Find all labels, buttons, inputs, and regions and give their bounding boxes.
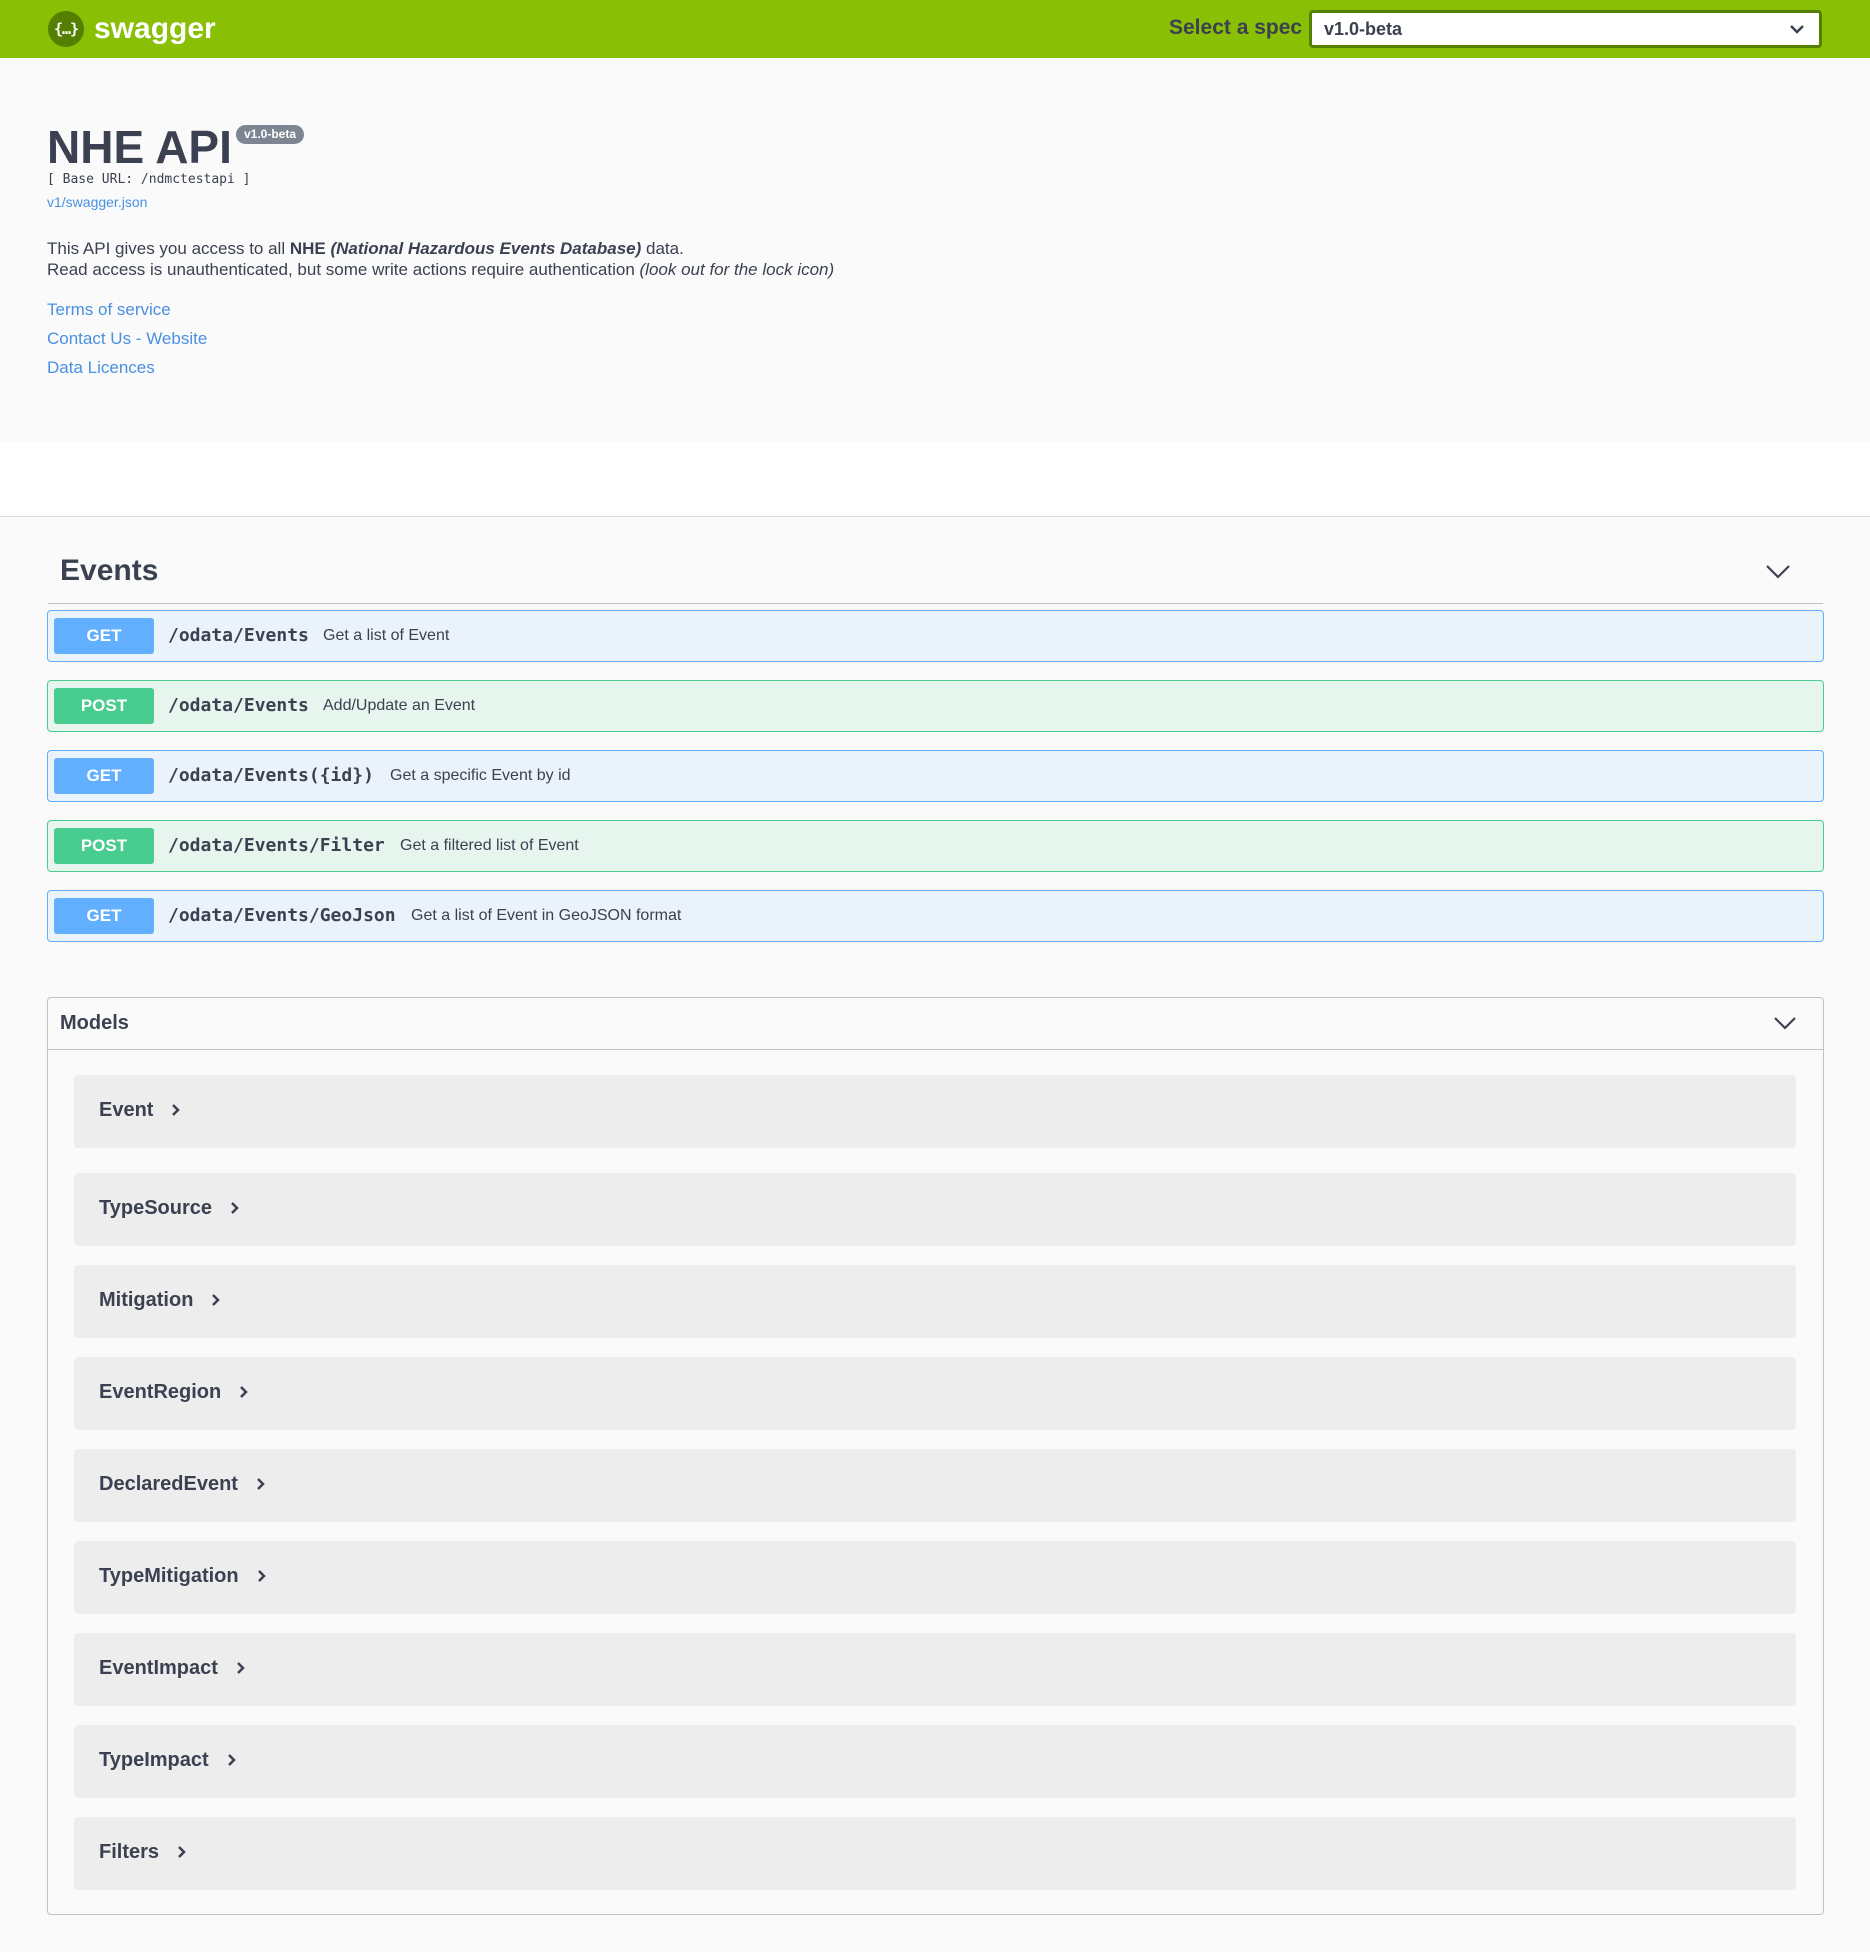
chevron-right-icon	[240, 1385, 249, 1398]
model-name: TypeMitigation	[99, 1565, 267, 1588]
contact-website-link[interactable]: Contact Us - Website	[47, 329, 207, 349]
operation-summary: Get a list of Event in GeoJSON format	[411, 907, 682, 924]
model-filters[interactable]: Filters	[74, 1817, 1796, 1890]
events-tag-header[interactable]: Events	[48, 554, 1823, 604]
method-badge: GET	[54, 758, 154, 794]
operation-summary: Add/Update an Event	[323, 697, 476, 714]
models-header[interactable]: Models	[48, 998, 1823, 1050]
data-licences-link[interactable]: Data Licences	[47, 358, 155, 378]
method-badge: GET	[54, 618, 154, 654]
model-name: EventImpact	[99, 1657, 246, 1680]
operation-post-events-filter[interactable]: POST /odata/Events/Filter Get a filtered…	[47, 820, 1824, 872]
model-name: DeclaredEvent	[99, 1473, 266, 1496]
terms-of-service-link[interactable]: Terms of service	[47, 300, 171, 320]
chevron-right-icon	[257, 1569, 266, 1582]
operation-path: /odata/Events	[168, 695, 309, 716]
description-line-2: Read access is unauthenticated, but some…	[47, 260, 835, 279]
api-title: NHE API	[47, 121, 232, 173]
spec-json-link[interactable]: v1/swagger.json	[47, 194, 147, 210]
models-section: Models Event TypeSource Mitigation Event…	[47, 997, 1824, 1915]
chevron-right-icon	[212, 1293, 221, 1306]
method-badge: POST	[54, 688, 154, 724]
operation-path: /odata/Events({id})	[168, 765, 374, 786]
model-name: Filters	[99, 1841, 187, 1864]
topbar: {…} swagger Select a spec v1.0-beta	[0, 0, 1870, 58]
chevron-down-icon	[1774, 1017, 1796, 1030]
operation-path: /odata/Events/GeoJson	[168, 905, 396, 926]
chevron-down-icon	[1790, 25, 1804, 34]
operation-path: /odata/Events	[168, 625, 309, 646]
operation-path: /odata/Events/Filter	[168, 835, 385, 856]
swagger-logo-text: swagger	[94, 12, 216, 45]
model-declaredevent[interactable]: DeclaredEvent	[74, 1449, 1796, 1522]
operation-summary: Get a filtered list of Event	[400, 837, 579, 854]
operation-get-event-by-id[interactable]: GET /odata/Events({id}) Get a specific E…	[47, 750, 1824, 802]
operation-summary: Get a specific Event by id	[390, 767, 571, 784]
model-eventimpact[interactable]: EventImpact	[74, 1633, 1796, 1706]
spec-select-value: v1.0-beta	[1324, 19, 1403, 39]
scheme-container	[0, 442, 1870, 517]
model-event[interactable]: Event	[74, 1075, 1796, 1148]
model-name: TypeSource	[99, 1197, 240, 1220]
swagger-logo-icon: {…}	[48, 11, 84, 47]
chevron-right-icon	[172, 1103, 181, 1116]
chevron-right-icon	[257, 1477, 265, 1490]
model-name: TypeImpact	[99, 1749, 237, 1772]
operation-get-events[interactable]: GET /odata/Events Get a list of Event	[47, 610, 1824, 662]
api-description: This API gives you access to all NHE (Na…	[47, 238, 834, 280]
models-title: Models	[60, 1012, 129, 1034]
operation-summary: Get a list of Event	[323, 627, 450, 644]
events-tag-title: Events	[60, 554, 159, 587]
operation-get-events-geojson[interactable]: GET /odata/Events/GeoJson Get a list of …	[47, 890, 1824, 942]
model-typemitigation[interactable]: TypeMitigation	[74, 1541, 1796, 1614]
description-line-1: This API gives you access to all NHE (Na…	[47, 239, 684, 258]
chevron-right-icon	[227, 1753, 236, 1766]
operation-post-events[interactable]: POST /odata/Events Add/Update an Event	[47, 680, 1824, 732]
chevron-down-icon	[1766, 565, 1790, 579]
model-typesource[interactable]: TypeSource	[74, 1173, 1796, 1246]
model-typeimpact[interactable]: TypeImpact	[74, 1725, 1796, 1798]
chevron-right-icon	[178, 1845, 186, 1858]
spec-select-label: Select a spec	[1169, 16, 1303, 39]
method-badge: GET	[54, 898, 154, 934]
chevron-right-icon	[237, 1661, 245, 1674]
method-badge: POST	[54, 828, 154, 864]
version-badge: v1.0-beta	[236, 125, 305, 144]
model-name: EventRegion	[99, 1381, 249, 1404]
model-eventregion[interactable]: EventRegion	[74, 1357, 1796, 1430]
model-name: Event	[99, 1099, 181, 1122]
base-url: [ Base URL: /ndmctestapi ]	[47, 172, 251, 187]
swagger-logo[interactable]: {…} swagger	[48, 11, 216, 47]
model-name: Mitigation	[99, 1289, 221, 1312]
spec-select[interactable]: v1.0-beta	[1309, 10, 1822, 48]
model-mitigation[interactable]: Mitigation	[74, 1265, 1796, 1338]
chevron-right-icon	[231, 1201, 239, 1214]
